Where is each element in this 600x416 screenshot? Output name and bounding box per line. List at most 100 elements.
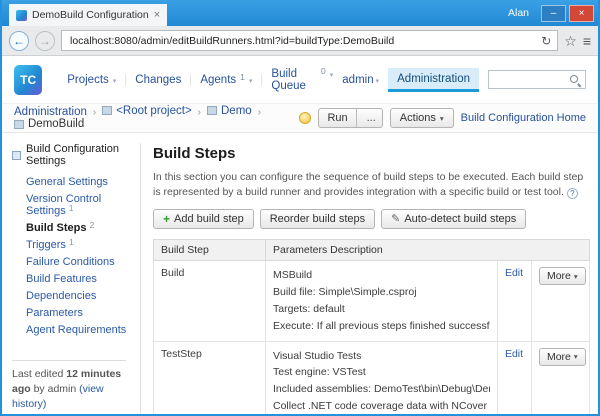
step-edit-cell: Edit: [497, 261, 531, 341]
more-button[interactable]: More ▾: [539, 348, 586, 366]
nav-projects[interactable]: Projects ▾: [58, 74, 126, 86]
breadcrumb-separator: ›: [93, 107, 96, 118]
page-title: Build Steps: [153, 145, 590, 162]
browser-toolbar: ← → ↻ ☆ ≡: [2, 26, 598, 56]
sidebar-item-agent-requirements[interactable]: Agent Requirements: [12, 321, 136, 338]
sidebar-item-general-settings[interactable]: General Settings: [12, 173, 136, 190]
vcs-count-badge: 1: [69, 203, 74, 213]
favorites-star-icon[interactable]: ☆: [564, 34, 577, 48]
breadcrumb-actions: Run ... Actions ▾ Build Configuration Ho…: [299, 108, 586, 128]
tab-close-icon[interactable]: ×: [154, 10, 160, 21]
nav-projects-label: Projects: [67, 74, 109, 86]
breadcrumb-administration[interactable]: Administration: [14, 106, 87, 118]
step-more-cell: More ▾: [531, 341, 589, 414]
window-user-label: Alan: [508, 7, 529, 19]
nav-agents-label: Agents: [200, 74, 236, 86]
administration-link[interactable]: Administration: [388, 68, 479, 92]
forward-button[interactable]: →: [35, 31, 55, 51]
actions-button-label: Actions: [400, 112, 436, 124]
sidebar-item-triggers[interactable]: Triggers1: [12, 236, 136, 253]
pencil-icon: ✎: [391, 214, 400, 225]
step-name: TestStep: [154, 341, 266, 414]
add-build-step-button[interactable]: + Add build step: [153, 209, 254, 229]
refresh-icon[interactable]: ↻: [541, 35, 551, 47]
run-options-icon[interactable]: ...: [361, 109, 382, 127]
user-menu[interactable]: admin ▾: [342, 74, 379, 86]
close-button[interactable]: ×: [569, 5, 594, 22]
auto-detect-build-steps-button[interactable]: ✎ Auto-detect build steps: [381, 209, 526, 229]
chevron-down-icon: ▾: [113, 77, 117, 85]
chevron-down-icon: ▾: [574, 272, 578, 281]
run-button-label: Run: [319, 109, 356, 127]
header-right: admin ▾ Administration: [342, 68, 586, 92]
nav-changes[interactable]: Changes: [126, 74, 191, 86]
teamcity-favicon: [16, 10, 27, 21]
nav-build-queue-label: Build Queue: [271, 68, 317, 92]
column-header-build-step: Build Step: [154, 240, 266, 261]
triggers-count-badge: 1: [69, 237, 74, 247]
tab-title: DemoBuild Configuration: [32, 9, 149, 21]
step-name: Build: [154, 261, 266, 341]
project-folder-icon: [207, 106, 217, 115]
sidebar-item-build-steps[interactable]: Build Steps2: [12, 219, 136, 236]
build-steps-table: Build Step Parameters Description Build …: [153, 239, 590, 414]
window-controls: Alan – ×: [508, 5, 598, 22]
sidebar-title: Build Configuration Settings: [12, 143, 136, 167]
minimize-button[interactable]: –: [541, 5, 566, 22]
table-header-row: Build Step Parameters Description: [154, 240, 590, 261]
breadcrumb: Administration › <Root project> › Demo › DemoB…: [14, 105, 299, 132]
search-icon[interactable]: [569, 74, 581, 86]
more-button[interactable]: More ▾: [539, 267, 586, 285]
breadcrumb-separator: ›: [258, 107, 261, 118]
back-button[interactable]: ←: [9, 31, 29, 51]
chevron-down-icon: ▾: [574, 352, 578, 361]
sidebar-item-dependencies[interactable]: Dependencies: [12, 287, 136, 304]
teamcity-header: TC Projects ▾ Changes Agents 1 ▾ Build Q…: [2, 56, 598, 103]
chevron-down-icon: ▾: [249, 77, 253, 85]
reorder-build-steps-button[interactable]: Reorder build steps: [260, 209, 375, 229]
settings-tree-icon: [12, 151, 21, 160]
chevron-down-icon: ▾: [376, 77, 380, 89]
nav-agents[interactable]: Agents 1 ▾: [191, 74, 262, 86]
queue-count-badge: 0: [321, 66, 326, 76]
table-row: TestStep Visual Studio Tests Test engine…: [154, 341, 590, 414]
plus-icon: +: [163, 213, 170, 225]
chevron-down-icon: ▾: [440, 114, 444, 123]
sidebar-item-build-features[interactable]: Build Features: [12, 270, 136, 287]
build-config-icon: [14, 120, 24, 129]
build-step-actions: + Add build step Reorder build steps ✎ A…: [153, 209, 590, 229]
run-button[interactable]: Run ...: [318, 108, 382, 128]
build-configuration-home-link[interactable]: Build Configuration Home: [461, 112, 586, 124]
help-icon[interactable]: ?: [567, 188, 578, 199]
breadcrumb-demobuild: DemoBuild: [14, 118, 84, 130]
step-more-cell: More ▾: [531, 261, 589, 341]
main-nav: Projects ▾ Changes Agents 1 ▾ Build Queu…: [58, 68, 342, 92]
nav-build-queue[interactable]: Build Queue 0 ▾: [262, 68, 342, 92]
section-description: In this section you can configure the se…: [153, 170, 585, 199]
breadcrumb-demo[interactable]: Demo: [207, 105, 252, 117]
sidebar-item-version-control[interactable]: Version Control Settings1: [12, 190, 136, 219]
edit-link[interactable]: Edit: [505, 348, 523, 360]
agents-count-badge: 1: [240, 72, 245, 82]
column-header-parameters: Parameters Description: [266, 240, 590, 261]
chevron-down-icon: ▾: [330, 71, 334, 79]
sidebar-item-parameters[interactable]: Parameters: [12, 304, 136, 321]
search-input[interactable]: [493, 73, 569, 87]
step-parameters: Visual Studio Tests Test engine: VSTest …: [266, 341, 498, 414]
teamcity-logo[interactable]: TC: [14, 65, 42, 95]
search-box: [488, 70, 586, 89]
actions-button[interactable]: Actions ▾: [390, 108, 454, 128]
build-steps-count-badge: 2: [90, 220, 95, 230]
address-bar: ↻: [61, 30, 558, 51]
breadcrumb-root-project[interactable]: <Root project>: [102, 105, 191, 117]
edit-link[interactable]: Edit: [505, 267, 523, 279]
nav-changes-label: Changes: [135, 74, 181, 86]
hint-lightbulb-icon[interactable]: [299, 112, 311, 124]
url-input[interactable]: [68, 31, 535, 50]
browser-tab[interactable]: DemoBuild Configuration ×: [9, 4, 167, 26]
project-folder-icon: [102, 106, 112, 115]
settings-menu-icon[interactable]: ≡: [583, 34, 591, 48]
step-edit-cell: Edit: [497, 341, 531, 414]
sidebar-item-failure-conditions[interactable]: Failure Conditions: [12, 253, 136, 270]
breadcrumb-separator: ›: [198, 107, 201, 118]
